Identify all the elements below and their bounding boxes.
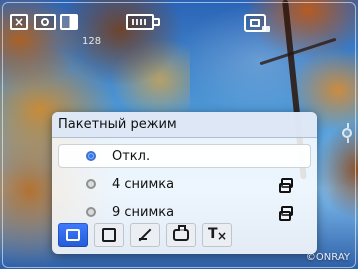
camera-screen: × 128 Пакетный режим Откл. 4 снимка 9 сн… xyxy=(0,0,358,269)
hud-top: × 128 xyxy=(8,8,350,47)
printer-icon xyxy=(173,225,189,241)
burst-icon xyxy=(279,206,293,221)
burst-icon xyxy=(279,178,293,193)
option-label: 4 снимка xyxy=(112,176,175,192)
option-off[interactable]: Откл. xyxy=(58,144,311,168)
camera-lens-icon xyxy=(41,18,49,26)
option-9-shots[interactable]: 9 снимка xyxy=(58,200,311,224)
side-focus-icon xyxy=(342,123,352,143)
popup-toolbar xyxy=(58,222,311,248)
radio-unselected-icon xyxy=(86,207,96,217)
popup-title: Пакетный режим xyxy=(58,117,177,132)
option-label: 9 снимка xyxy=(112,204,175,220)
resolution-value: 128 xyxy=(82,36,102,47)
text-clear-icon xyxy=(208,226,227,243)
popup-options: Откл. 4 снимка 9 снимка xyxy=(52,138,317,226)
frame-icon xyxy=(102,228,116,242)
resolution-icon[interactable] xyxy=(60,14,78,30)
radio-selected-icon xyxy=(86,151,96,161)
burst-mode-popup: Пакетный режим Откл. 4 снимка 9 снимка xyxy=(52,112,317,254)
storage-icon[interactable] xyxy=(126,14,160,30)
camera-mode-icon[interactable] xyxy=(34,14,56,30)
close-icon[interactable]: × xyxy=(10,14,28,30)
popup-header: Пакетный режим xyxy=(52,112,317,138)
capture-mode-icon[interactable] xyxy=(244,14,270,32)
toolbar-print-button[interactable] xyxy=(166,223,196,247)
toolbar-frame-button[interactable] xyxy=(94,223,124,247)
tools-icon xyxy=(137,227,153,243)
option-4-shots[interactable]: 4 снимка xyxy=(58,172,311,196)
radio-unselected-icon xyxy=(86,179,96,189)
toolbar-text-clear-button[interactable] xyxy=(202,223,232,247)
watermark-text: ©ONRAY xyxy=(305,252,350,263)
option-label: Откл. xyxy=(112,148,151,164)
burst-mode-icon xyxy=(66,229,80,241)
toolbar-burst-button[interactable] xyxy=(58,223,88,247)
toolbar-tools-button[interactable] xyxy=(130,223,160,247)
